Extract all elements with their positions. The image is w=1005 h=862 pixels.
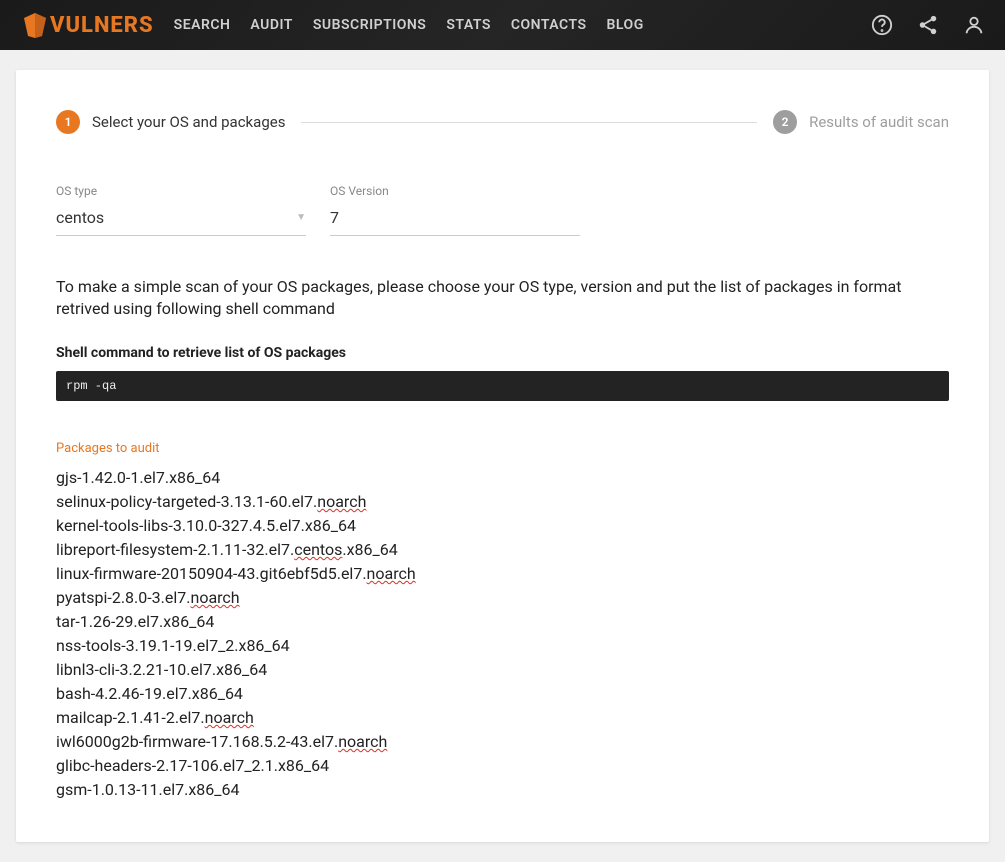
package-line: mailcap-2.1.41-2.el7.noarch [56,706,949,730]
header-actions [871,14,985,36]
stepper: 1 Select your OS and packages 2 Results … [56,110,949,134]
os-type-field[interactable]: OS type centos ▼ [56,184,306,236]
nav-blog[interactable]: BLOG [607,17,644,33]
nav-stats[interactable]: STATS [446,17,491,33]
os-form-row: OS type centos ▼ OS Version 7 [56,184,949,236]
step-1[interactable]: 1 Select your OS and packages [56,110,285,134]
package-line: nss-tools-3.19.1-19.el7_2.x86_64 [56,634,949,658]
package-line: kernel-tools-libs-3.10.0-327.4.5.el7.x86… [56,514,949,538]
user-icon[interactable] [963,14,985,36]
step-1-label: Select your OS and packages [92,113,285,131]
shell-command-label: Shell command to retrieve list of OS pac… [56,345,949,361]
instructions-text: To make a simple scan of your OS package… [56,276,949,321]
package-line: selinux-policy-targeted-3.13.1-60.el7.no… [56,490,949,514]
package-line: libnl3-cli-3.2.21-10.el7.x86_64 [56,658,949,682]
package-line: pyatspi-2.8.0-3.el7.noarch [56,586,949,610]
package-line: gjs-1.42.0-1.el7.x86_64 [56,466,949,490]
share-icon[interactable] [917,14,939,36]
package-line: linux-firmware-20150904-43.git6ebf5d5.el… [56,562,949,586]
step-2: 2 Results of audit scan [773,110,949,134]
packages-label: Packages to audit [56,441,949,456]
os-version-value: 7 [330,208,339,227]
package-line: libreport-filesystem-2.1.11-32.el7.cento… [56,538,949,562]
chevron-down-icon: ▼ [296,212,306,223]
package-line: tar-1.26-29.el7.x86_64 [56,610,949,634]
package-line: iwl6000g2b-firmware-17.168.5.2-43.el7.no… [56,730,949,754]
logo-text: VULNERS [50,13,154,38]
nav-audit[interactable]: AUDIT [250,17,292,33]
step-1-number: 1 [56,110,80,134]
package-line: gsm-1.0.13-11.el7.x86_64 [56,778,949,802]
os-type-label: OS type [56,184,306,198]
app-header: VULNERS SEARCH AUDIT SUBSCRIPTIONS STATS… [0,0,1005,50]
audit-card: 1 Select your OS and packages 2 Results … [16,70,989,842]
logo-shield-icon [20,10,50,40]
stepper-divider [301,122,757,123]
shell-command-code: rpm -qa [56,371,949,401]
step-2-label: Results of audit scan [809,113,949,131]
packages-textarea[interactable]: gjs-1.42.0-1.el7.x86_64selinux-policy-ta… [56,466,949,802]
os-type-value: centos [56,208,104,227]
main-nav: SEARCH AUDIT SUBSCRIPTIONS STATS CONTACT… [174,17,871,33]
logo[interactable]: VULNERS [20,10,154,40]
nav-subscriptions[interactable]: SUBSCRIPTIONS [313,17,426,33]
package-line: glibc-headers-2.17-106.el7_2.1.x86_64 [56,754,949,778]
os-version-input[interactable]: 7 [330,204,580,236]
nav-search[interactable]: SEARCH [174,17,231,33]
nav-contacts[interactable]: CONTACTS [511,17,587,33]
os-type-select[interactable]: centos ▼ [56,204,306,236]
os-version-field[interactable]: OS Version 7 [330,184,580,236]
os-version-label: OS Version [330,184,580,198]
step-2-number: 2 [773,110,797,134]
help-icon[interactable] [871,14,893,36]
package-line: bash-4.2.46-19.el7.x86_64 [56,682,949,706]
